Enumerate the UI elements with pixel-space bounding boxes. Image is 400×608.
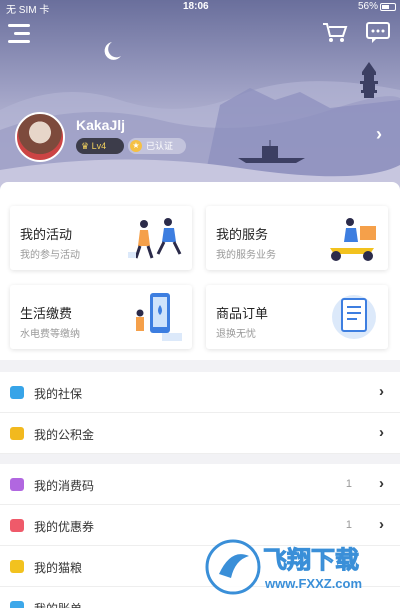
time-label: 18:06	[183, 1, 209, 12]
card-subtitle: 水电费等缴纳	[20, 329, 80, 340]
profile-header: 无 SIM 卡 18:06 56% KakaJlj ♛ Lv4 ★ 已认证 ›	[0, 0, 400, 200]
card-title: 我的活动	[20, 227, 73, 242]
username: KakaJlj	[76, 117, 126, 133]
profile-arrow-icon[interactable]: ›	[376, 124, 382, 145]
card-subtitle: 我的服务业务	[216, 250, 276, 261]
chevron-right-icon: ›	[379, 516, 384, 533]
cat-food-icon	[10, 560, 24, 573]
star-icon: ★	[130, 140, 142, 152]
crown-icon: ♛	[81, 141, 92, 151]
phone-payment-icon	[136, 293, 182, 341]
list-item-label: 我的账单	[34, 600, 82, 608]
menu-icon[interactable]	[8, 24, 32, 44]
watermark-logo: 飞翔下载 www.FXXZ.com	[205, 538, 391, 596]
chevron-right-icon: ›	[379, 424, 384, 441]
quick-cards: 我的活动 我的参与活动 我的服务 我的服务业务 生活缴费 水电费等缴纳 商品订单…	[0, 182, 400, 360]
card-orders[interactable]: 商品订单 退换无忧	[206, 285, 388, 349]
list-item-housing-fund[interactable]: 我的公积金 ›	[0, 413, 400, 454]
watermark-url: www.FXXZ.com	[264, 576, 362, 591]
battery-icon	[380, 3, 396, 11]
card-subtitle: 我的参与活动	[20, 250, 80, 261]
list-item-label: 我的公积金	[34, 428, 95, 442]
chevron-right-icon: ›	[379, 475, 384, 492]
card-activities[interactable]: 我的活动 我的参与活动	[10, 206, 192, 270]
chevron-right-icon: ›	[379, 383, 384, 400]
list-item-consume-code[interactable]: 我的消费码 1 ›	[0, 464, 400, 505]
pagoda-icon	[360, 62, 378, 98]
coupon-icon	[10, 519, 24, 532]
consume-code-icon	[10, 478, 24, 491]
item-count: 1	[345, 519, 352, 531]
card-title: 生活缴费	[20, 306, 73, 321]
card-title: 商品订单	[216, 306, 269, 321]
order-document-icon	[332, 295, 376, 339]
list-item-label: 我的猫粮	[34, 561, 83, 575]
moon-icon	[104, 42, 121, 60]
level-text: Lv4	[91, 141, 107, 151]
watermark-brand: 飞翔下载	[263, 546, 359, 574]
card-bill-pay[interactable]: 生活缴费 水电费等缴纳	[10, 285, 192, 349]
list-item-label: 我的优惠券	[34, 520, 95, 534]
battery-label: 56%	[357, 1, 378, 12]
activity-people-icon	[128, 218, 182, 259]
bill-icon	[10, 601, 24, 608]
status-bar: 无 SIM 卡 18:06 56%	[0, 0, 400, 16]
watermark-graphic: 飞翔下载 www.FXXZ.com	[205, 539, 362, 595]
social-security-icon	[10, 386, 24, 399]
list-item-label: 我的社保	[34, 387, 83, 401]
item-count: 1	[345, 478, 352, 490]
card-services[interactable]: 我的服务 我的服务业务	[206, 206, 388, 270]
card-title: 我的服务	[216, 227, 269, 242]
list-item-label: 我的消费码	[34, 479, 95, 493]
card-subtitle: 退换无忧	[216, 329, 256, 340]
housing-fund-icon	[10, 427, 24, 440]
level-badge: ♛ Lv4	[76, 138, 124, 154]
certified-text: 已认证	[146, 141, 174, 151]
cart-icon[interactable]	[322, 22, 348, 44]
list-group-social: 我的社保 › 我的公积金 ›	[0, 372, 400, 454]
message-icon[interactable]	[366, 22, 390, 44]
list-item-social-security[interactable]: 我的社保 ›	[0, 372, 400, 413]
certified-badge: ★ 已认证	[128, 138, 186, 154]
avatar[interactable]	[15, 112, 65, 162]
carrier-label: 无 SIM 卡	[6, 5, 50, 16]
delivery-scooter-icon	[330, 218, 376, 261]
